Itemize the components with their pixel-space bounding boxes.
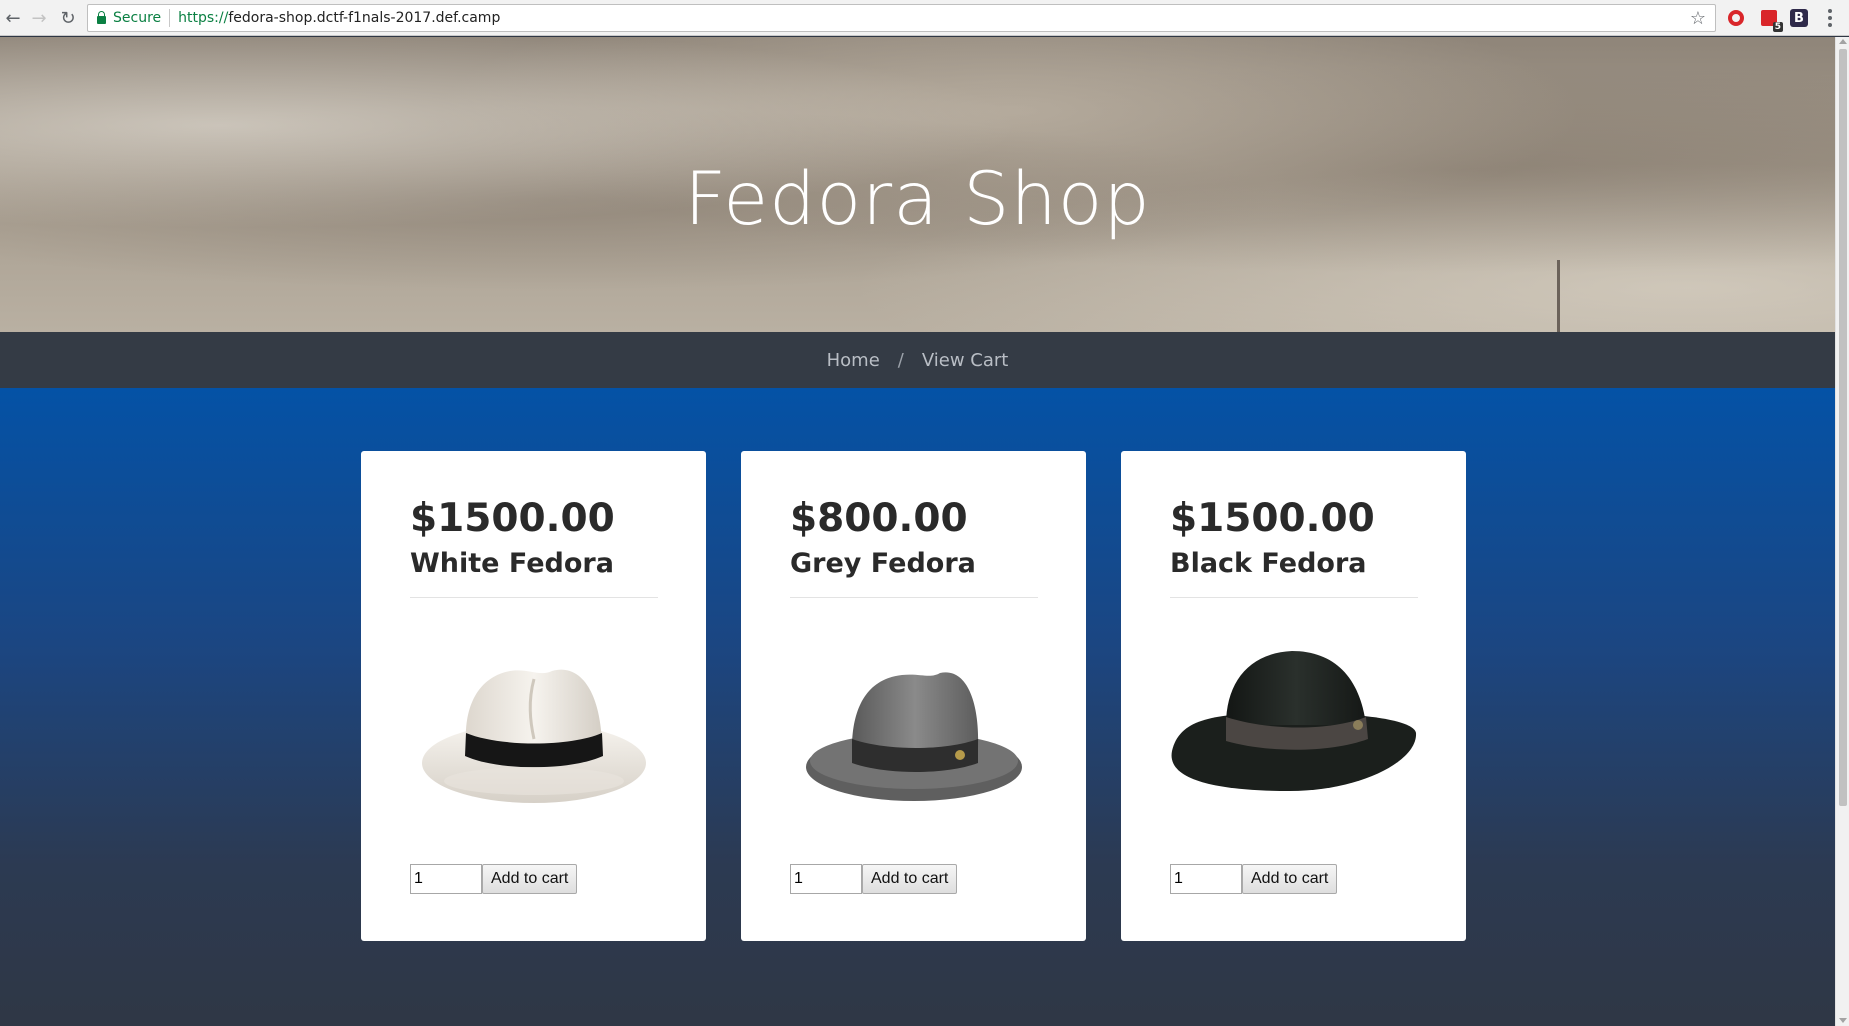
card-divider — [1170, 597, 1418, 598]
add-to-cart-button[interactable]: Add to cart — [862, 864, 958, 894]
quantity-input[interactable] — [410, 864, 482, 894]
url-host: fedora-shop.dctf-f1nals-2017.def.camp — [228, 10, 501, 26]
forward-icon[interactable]: → — [28, 7, 50, 29]
nav-view-cart-link[interactable]: View Cart — [922, 350, 1009, 371]
bootstrap-letter: B — [1790, 9, 1808, 27]
page-viewport: Fedora Shop Home / View Cart $1500.00 Wh… — [0, 37, 1835, 1026]
address-bar[interactable]: Secure https:// fedora-shop.dctf-f1nals-… — [87, 4, 1716, 32]
opera-icon[interactable] — [1725, 7, 1747, 29]
product-card: $1500.00 White Fedora Add t — [361, 451, 706, 941]
card-divider — [790, 597, 1038, 598]
secure-label: Secure — [113, 10, 162, 26]
vertical-scrollbar[interactable] — [1835, 37, 1849, 1026]
product-name: Grey Fedora — [790, 548, 976, 579]
scrollbar-thumb[interactable] — [1839, 49, 1847, 806]
white-fedora-image — [422, 669, 646, 803]
add-to-cart-button[interactable]: Add to cart — [482, 864, 578, 894]
product-section: $1500.00 White Fedora Add t — [0, 388, 1835, 1026]
menu-icon[interactable] — [1822, 6, 1838, 30]
browser-toolbar: ← → ↻ Secure https:// fedora-shop.dctf-f… — [0, 0, 1849, 36]
pdf-extension-icon[interactable]: 5 — [1758, 7, 1783, 32]
back-icon[interactable]: ← — [2, 7, 24, 29]
product-price: $1500.00 — [1170, 496, 1375, 541]
bootstrap-extension-icon[interactable]: B — [1788, 7, 1810, 29]
address-divider — [169, 9, 171, 27]
black-fedora-image — [1171, 651, 1417, 791]
product-name: White Fedora — [410, 548, 614, 579]
add-to-cart-button[interactable]: Add to cart — [1242, 864, 1338, 894]
scroll-down-arrow-icon[interactable] — [1839, 1018, 1847, 1023]
product-price: $800.00 — [790, 496, 968, 541]
product-card: $1500.00 Black Fedora Add to cart — [1121, 451, 1466, 941]
grey-fedora-image — [806, 672, 1022, 801]
nav-bar: Home / View Cart — [0, 332, 1835, 388]
product-price: $1500.00 — [410, 496, 615, 541]
url-scheme: https:// — [178, 10, 229, 26]
lock-icon — [97, 11, 106, 24]
nav-home-link[interactable]: Home — [827, 350, 880, 371]
scroll-up-arrow-icon[interactable] — [1839, 39, 1847, 44]
quantity-input[interactable] — [1170, 864, 1242, 894]
card-divider — [410, 597, 658, 598]
reload-icon[interactable]: ↻ — [57, 7, 79, 29]
nav-divider: / — [897, 349, 904, 371]
star-icon[interactable]: ☆ — [1690, 8, 1706, 29]
quantity-input[interactable] — [790, 864, 862, 894]
page-title: Fedora Shop — [684, 157, 1151, 242]
hero-banner: Fedora Shop — [0, 37, 1835, 332]
product-card: $800.00 Grey Fedora Add to cart — [741, 451, 1086, 941]
pdf-badge: 5 — [1772, 22, 1783, 32]
antenna-silhouette — [1557, 260, 1560, 332]
product-name: Black Fedora — [1170, 548, 1367, 579]
